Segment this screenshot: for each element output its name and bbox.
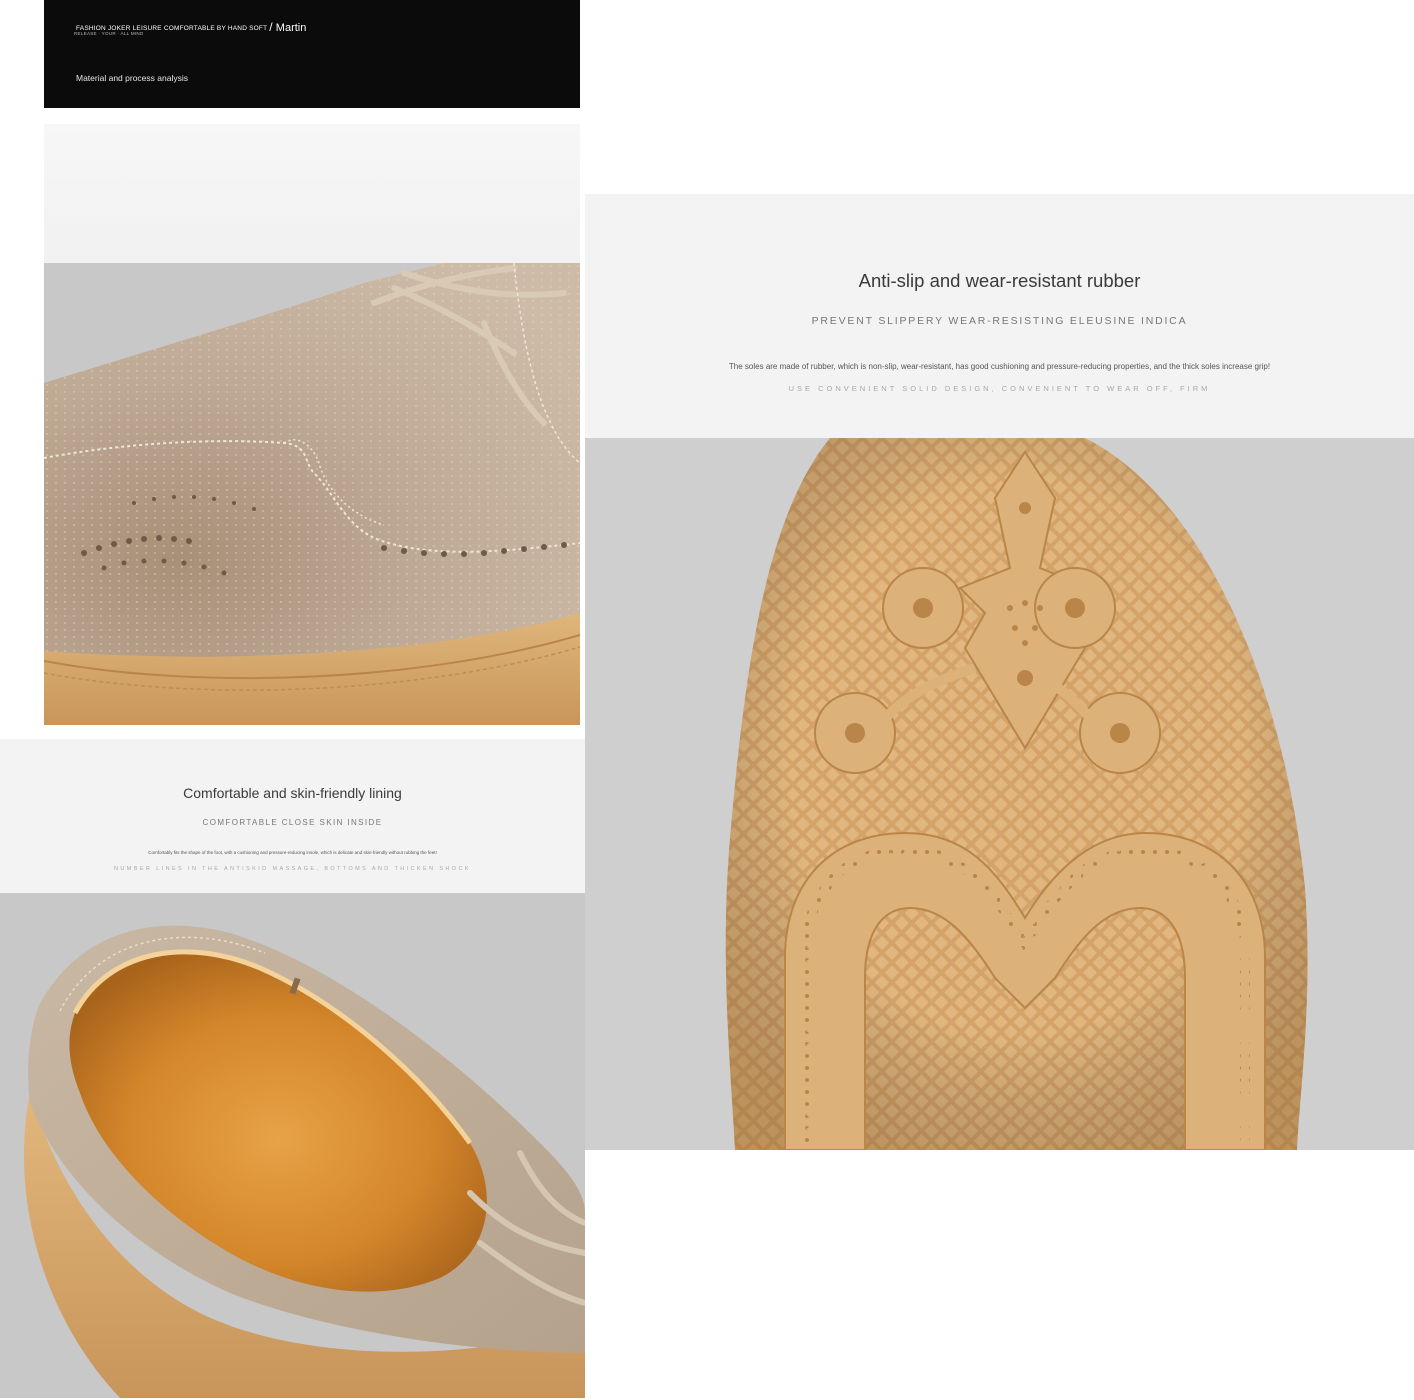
top-banner: FASHION JOKER LEISURE COMFORTABLE BY HAN… bbox=[44, 0, 580, 108]
shoe-toe-illustration bbox=[44, 263, 580, 725]
lining-faint-subtitle: NUMBER LINES IN THE ANTISKID MASSAGE, BO… bbox=[114, 866, 471, 872]
shoe-sole-illustration bbox=[585, 438, 1414, 1150]
banner-subline: RELEASE · YOUR · ALL MIND bbox=[74, 31, 144, 36]
banner-separator: / bbox=[269, 20, 273, 34]
banner-analysis-label: Material and process analysis bbox=[76, 73, 188, 83]
lining-feature-panel: Comfortable and skin-friendly lining COM… bbox=[0, 739, 585, 893]
shoe-lining-illustration bbox=[0, 893, 585, 1398]
sole-heading: Anti-slip and wear-resistant rubber bbox=[858, 270, 1141, 291]
blank-header-panel bbox=[44, 124, 580, 263]
shoe-sole-photo bbox=[585, 438, 1414, 1150]
shoe-lining-photo bbox=[0, 893, 585, 1398]
sole-feature-panel: Anti-slip and wear-resistant rubber PREV… bbox=[585, 194, 1414, 438]
lining-heading: Comfortable and skin-friendly lining bbox=[183, 785, 402, 801]
lining-description: Comfortably fits the shape of the foot, … bbox=[148, 850, 437, 855]
sole-caps-subtitle: PREVENT SLIPPERY WEAR-RESISTING ELEUSINE… bbox=[811, 315, 1188, 327]
sole-faint-subtitle: USE CONVENIENT SOLID DESIGN, CONVENIENT … bbox=[788, 384, 1211, 393]
lining-caps-subtitle: COMFORTABLE CLOSE SKIN INSIDE bbox=[202, 818, 383, 827]
shoe-toe-photo bbox=[44, 263, 580, 725]
brand-name: Martin bbox=[275, 22, 307, 34]
sole-description: The soles are made of rubber, which is n… bbox=[728, 362, 1271, 371]
